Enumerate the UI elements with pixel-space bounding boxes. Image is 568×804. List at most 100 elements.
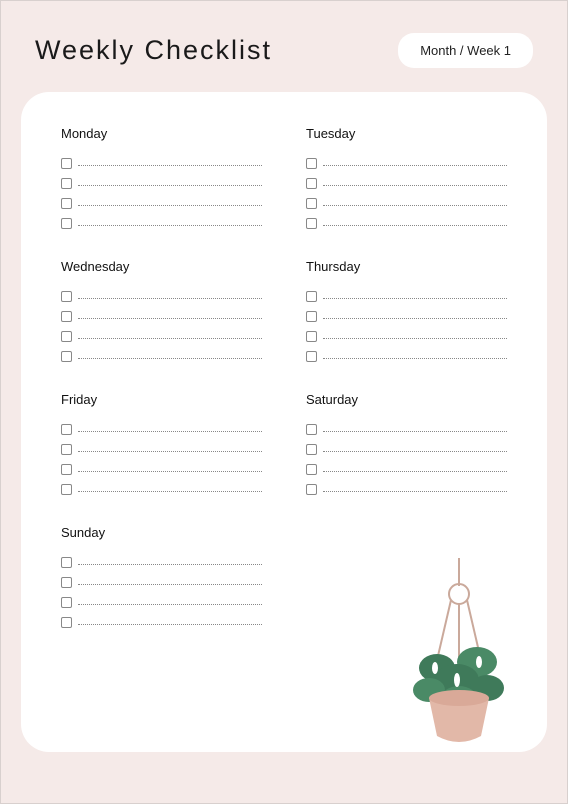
checkbox[interactable] [306,218,317,229]
task-line[interactable] [323,205,507,206]
task-line[interactable] [323,451,507,452]
day-block: Thursday [306,259,507,366]
day-label: Sunday [61,525,262,540]
day-label: Tuesday [306,126,507,141]
task-line[interactable] [78,471,262,472]
task-line[interactable] [323,338,507,339]
task-line[interactable] [78,205,262,206]
checklist-row [306,459,507,479]
checklist-row [61,326,262,346]
checkbox[interactable] [61,291,72,302]
checkbox[interactable] [61,178,72,189]
task-line[interactable] [78,358,262,359]
checkbox[interactable] [306,351,317,362]
checklist-row [61,439,262,459]
day-block: Monday [61,126,262,233]
day-label: Wednesday [61,259,262,274]
checkbox[interactable] [61,464,72,475]
checklist-row [61,592,262,612]
checklist-row [306,419,507,439]
checklist-row [61,306,262,326]
checklist-row [306,286,507,306]
task-line[interactable] [78,225,262,226]
task-line[interactable] [323,491,507,492]
checkbox[interactable] [306,444,317,455]
task-line[interactable] [78,564,262,565]
task-line[interactable] [78,604,262,605]
task-line[interactable] [78,584,262,585]
day-block: Sunday [61,525,262,632]
task-line[interactable] [78,298,262,299]
checkbox[interactable] [61,218,72,229]
checklist-row [61,419,262,439]
checklist-row [61,286,262,306]
checkbox[interactable] [61,424,72,435]
checkbox[interactable] [306,158,317,169]
task-line[interactable] [78,318,262,319]
days-grid: Monday Tuesday Wednesday Thursday Friday Satu… [61,126,507,632]
checkbox[interactable] [61,597,72,608]
day-block: Tuesday [306,126,507,233]
checklist-row [61,213,262,233]
checkbox[interactable] [306,464,317,475]
checklist-row [306,193,507,213]
task-line[interactable] [323,471,507,472]
day-block: Wednesday [61,259,262,366]
checkbox[interactable] [61,198,72,209]
checkbox[interactable] [306,178,317,189]
task-line[interactable] [78,165,262,166]
checklist-row [61,552,262,572]
checkbox[interactable] [61,617,72,628]
day-block: Saturday [306,392,507,499]
checkbox[interactable] [61,557,72,568]
checkbox[interactable] [61,331,72,342]
checklist-row [306,439,507,459]
header: Weekly Checklist Month / Week 1 [21,25,547,92]
checkbox[interactable] [61,351,72,362]
checkbox[interactable] [61,158,72,169]
checklist-row [306,213,507,233]
checkbox[interactable] [306,198,317,209]
task-line[interactable] [323,318,507,319]
checkbox[interactable] [61,577,72,588]
checklist-row [61,346,262,366]
checkbox[interactable] [306,424,317,435]
checklist-row [61,612,262,632]
checkbox[interactable] [306,311,317,322]
task-line[interactable] [78,491,262,492]
task-line[interactable] [78,338,262,339]
checklist-row [306,326,507,346]
task-line[interactable] [78,431,262,432]
task-line[interactable] [78,624,262,625]
checkbox[interactable] [306,291,317,302]
task-line[interactable] [78,451,262,452]
checkbox[interactable] [306,484,317,495]
checkbox[interactable] [61,484,72,495]
task-line[interactable] [323,431,507,432]
checkbox[interactable] [306,331,317,342]
checklist-row [61,193,262,213]
day-label: Thursday [306,259,507,274]
checklist-row [306,346,507,366]
checklist-row [306,479,507,499]
day-label: Monday [61,126,262,141]
checkbox[interactable] [61,444,72,455]
checklist-row [306,153,507,173]
task-line[interactable] [323,225,507,226]
checklist-card: Monday Tuesday Wednesday Thursday Friday Satu… [21,92,547,752]
checklist-row [306,173,507,193]
day-label: Saturday [306,392,507,407]
checklist-row [61,153,262,173]
checklist-row [306,306,507,326]
task-line[interactable] [323,165,507,166]
day-block: Friday [61,392,262,499]
task-line[interactable] [78,185,262,186]
task-line[interactable] [323,185,507,186]
task-line[interactable] [323,358,507,359]
checkbox[interactable] [61,311,72,322]
day-label: Friday [61,392,262,407]
task-line[interactable] [323,298,507,299]
checklist-row [61,572,262,592]
checklist-row [61,173,262,193]
checklist-row [61,459,262,479]
